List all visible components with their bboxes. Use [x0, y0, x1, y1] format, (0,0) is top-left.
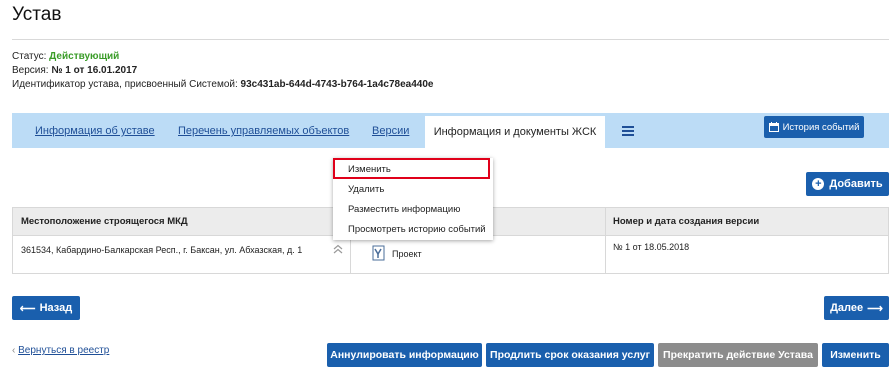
- version-label: Версия:: [12, 65, 49, 76]
- status-label: Статус:: [12, 51, 47, 62]
- identifier-line: Идентификатор устава, присвоенный Систем…: [12, 78, 433, 91]
- menu-item-edit[interactable]: Изменить: [348, 164, 391, 175]
- identifier-value: 93c431ab-644d-4743-b764-1a4c78ea440e: [240, 79, 434, 90]
- add-button-label: Добавить: [829, 178, 883, 190]
- edit-button[interactable]: Изменить: [822, 343, 889, 367]
- status-line: Статус: Действующий: [12, 50, 119, 63]
- cell-status: Проект: [392, 249, 422, 259]
- chevron-up-icon[interactable]: [333, 244, 343, 254]
- column-header-location: Местоположение строящегося МКД: [21, 216, 188, 227]
- identifier-label: Идентификатор устава, присвоенный Систем…: [12, 79, 238, 90]
- tab-managed-objects[interactable]: Перечень управляемых объектов: [178, 125, 349, 137]
- hamburger-menu-icon[interactable]: [622, 126, 634, 136]
- history-button-label: История событий: [782, 121, 860, 133]
- menu-item-publish[interactable]: Разместить информацию: [348, 204, 460, 215]
- menu-item-delete[interactable]: Удалить: [348, 184, 384, 195]
- tab-zhsk-documents[interactable]: Информация и документы ЖСК: [425, 116, 605, 148]
- cell-location: 361534, Кабардино-Балкарская Респ., г. Б…: [21, 245, 303, 255]
- extend-service-button[interactable]: Продлить срок оказания услуг: [486, 343, 654, 367]
- cell-version: № 1 от 18.05.2018: [613, 242, 690, 252]
- status-value: Действующий: [49, 51, 120, 62]
- back-button-label: Назад: [39, 302, 73, 314]
- terminate-charter-button[interactable]: Прекратить действие Устава: [658, 343, 818, 367]
- tab-versions[interactable]: Версии: [372, 125, 409, 137]
- actions-dropdown: Изменить Удалить Разместить информацию П…: [333, 158, 493, 240]
- menu-item-history[interactable]: Просмотреть историю событий: [348, 224, 486, 235]
- chevron-left-icon: ‹: [12, 345, 16, 356]
- plus-circle-icon: +: [812, 178, 825, 190]
- tab-charter-info[interactable]: Информация об уставе: [35, 125, 155, 137]
- annul-info-button[interactable]: Аннулировать информацию: [327, 343, 482, 367]
- page-title: Устав: [12, 4, 62, 25]
- divider: [12, 39, 889, 40]
- return-to-registry-link[interactable]: ‹ Вернуться в реестр: [12, 345, 109, 356]
- tab-bar: Информация об уставе Перечень управляемы…: [12, 113, 889, 148]
- column-divider: [605, 208, 606, 273]
- history-button[interactable]: История событий: [764, 116, 864, 138]
- back-button[interactable]: ⟵ Назад: [12, 296, 80, 320]
- next-button[interactable]: Далее ⟶: [824, 296, 889, 320]
- column-header-version: Номер и дата создания версии: [613, 216, 760, 227]
- next-button-label: Далее: [830, 302, 864, 314]
- document-icon: [372, 245, 385, 261]
- arrow-right-icon: ⟶: [867, 302, 883, 315]
- version-value: № 1 от 16.01.2017: [51, 65, 138, 76]
- version-line: Версия: № 1 от 16.01.2017: [12, 64, 137, 77]
- return-link-label: Вернуться в реестр: [18, 345, 110, 356]
- add-button[interactable]: + Добавить: [806, 172, 889, 196]
- arrow-left-icon: ⟵: [19, 302, 36, 315]
- calendar-icon: [768, 122, 779, 132]
